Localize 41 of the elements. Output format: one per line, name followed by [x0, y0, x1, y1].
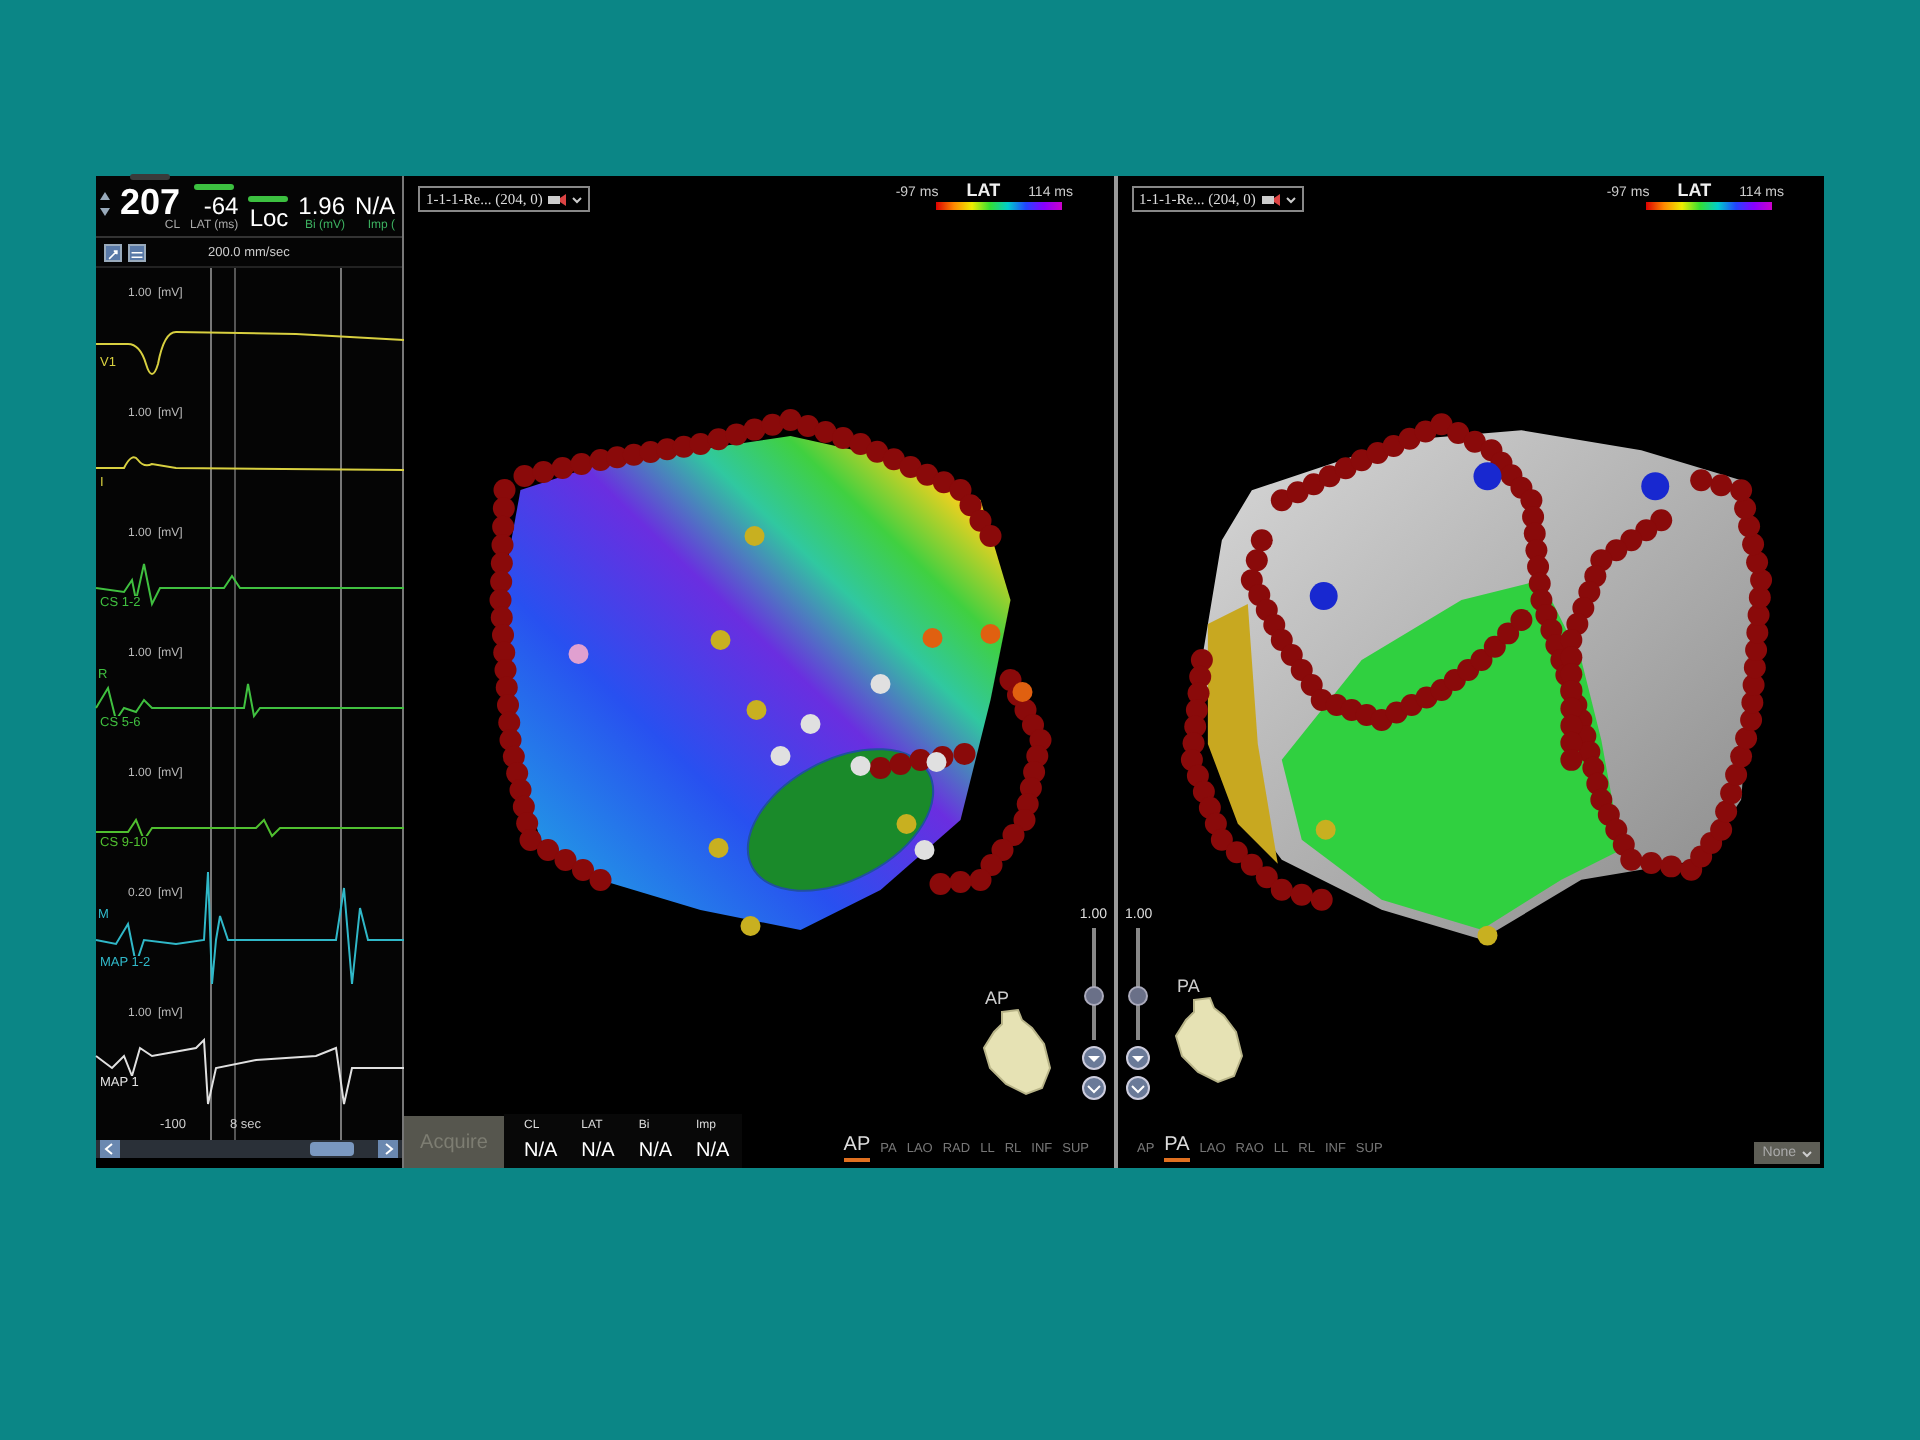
- triangle-icon: [1085, 1050, 1102, 1066]
- view-tab[interactable]: AP: [843, 1134, 871, 1162]
- caret-icon: [1285, 195, 1296, 203]
- color-scale-bar: [935, 202, 1061, 210]
- chevron-down-icon: [1130, 1080, 1147, 1096]
- chevron-down-icon: [1085, 1080, 1102, 1096]
- stat-value: N/A: [696, 1139, 730, 1165]
- readout-value: N/A: [355, 194, 396, 220]
- color-scale-bar: [1646, 202, 1772, 210]
- slider-thumb[interactable]: [1083, 985, 1104, 1006]
- caret-icon: [1802, 1149, 1812, 1157]
- readout-value: -64: [203, 194, 239, 220]
- stat-value: N/A: [638, 1139, 673, 1165]
- rotate-button[interactable]: [1081, 1076, 1106, 1100]
- heart-icon[interactable]: [1169, 996, 1245, 1084]
- readout-value: 1.96: [298, 194, 346, 220]
- scale-title: LAT: [966, 180, 1001, 200]
- orientation-label: PA: [1177, 976, 1200, 996]
- rotate-button[interactable]: [1081, 1046, 1106, 1070]
- scrollbar-thumb[interactable]: [310, 1142, 354, 1157]
- arrow-icon: [106, 245, 120, 263]
- rotate-button[interactable]: [1126, 1076, 1151, 1100]
- readout-value: Loc: [249, 206, 289, 232]
- heart-icon[interactable]: [977, 1008, 1053, 1096]
- stat-value: N/A: [581, 1139, 615, 1165]
- camera-icon: [548, 193, 567, 205]
- stat-value: N/A: [524, 1139, 558, 1165]
- scroll-left-button[interactable]: [100, 1140, 120, 1159]
- scroll-right-button[interactable]: [378, 1140, 398, 1159]
- scale-title: LAT: [1677, 180, 1712, 200]
- orientation-label: AP: [985, 988, 1010, 1008]
- view-tab[interactable]: PA: [1164, 1134, 1190, 1162]
- camera-icon: [1261, 193, 1280, 205]
- zoom-tool-button[interactable]: [104, 243, 122, 261]
- readout-value: 207: [120, 184, 181, 220]
- triangle-icon: [1130, 1050, 1147, 1066]
- layout-tool-button[interactable]: [128, 243, 146, 261]
- spinner-arrows-icon[interactable]: [100, 192, 110, 216]
- rotate-button[interactable]: [1126, 1046, 1151, 1070]
- slider-thumb[interactable]: [1128, 985, 1149, 1006]
- caret-icon: [572, 195, 583, 203]
